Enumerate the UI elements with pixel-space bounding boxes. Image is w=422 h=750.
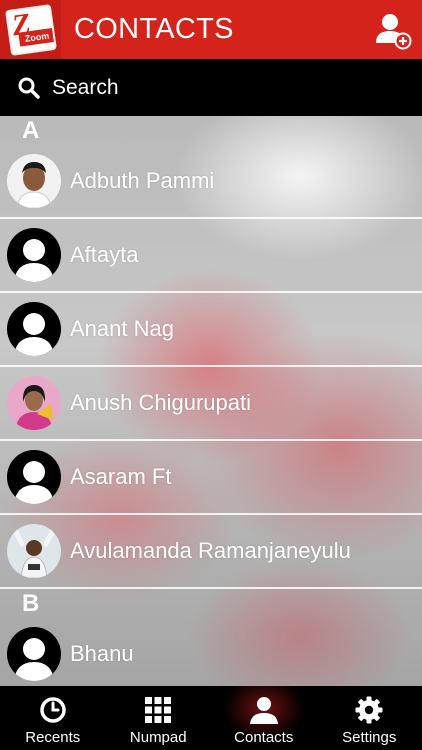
app-header: Z Zoom CONTACTS (0, 0, 422, 59)
contact-name: Bhanu (70, 641, 134, 666)
avatar (7, 228, 61, 282)
tab-contacts[interactable]: Contacts (211, 686, 317, 750)
bottom-tab-bar: Recents Numpad Contacts Settings (0, 686, 422, 750)
contact-name: Anush Chigurupati (70, 390, 252, 415)
contact-row[interactable]: Adbuth Pammi (0, 145, 422, 219)
contact-list[interactable]: A Adbuth Pammi Aftayta Anant Nag Anush C… (0, 116, 422, 686)
contact-row[interactable]: Asaram Ft (0, 441, 422, 515)
gear-icon (355, 696, 383, 724)
avatar (7, 376, 61, 430)
avatar (7, 450, 61, 504)
search-bar[interactable]: Search (0, 59, 422, 116)
contact-row[interactable]: Anush Chigurupati (0, 367, 422, 441)
tab-numpad[interactable]: Numpad (106, 686, 212, 750)
tab-label: Numpad (129, 729, 187, 746)
section-header-b: B (22, 590, 40, 617)
contact-row[interactable]: Aftayta (0, 219, 422, 293)
clock-icon (40, 697, 66, 723)
search-placeholder: Search (52, 75, 119, 99)
tab-label: Settings (342, 729, 397, 746)
page-title: CONTACTS (74, 13, 234, 45)
avatar (7, 627, 61, 681)
add-contact-button[interactable] (364, 0, 422, 59)
grid-icon (145, 697, 172, 723)
tab-label: Contacts (234, 729, 294, 746)
avatar (7, 154, 61, 208)
contact-name: Asaram Ft (70, 464, 172, 489)
section-header-a: A (22, 117, 40, 144)
contact-row[interactable]: Bhanu (0, 618, 422, 686)
add-person-icon (376, 13, 412, 49)
contact-row[interactable]: Avulamanda Ramanjaneyulu (0, 515, 422, 589)
avatar (7, 524, 61, 578)
contact-name: Aftayta (70, 242, 139, 267)
person-icon (249, 697, 278, 724)
contact-name: Anant Nag (70, 316, 174, 341)
search-icon (18, 77, 40, 99)
contact-row[interactable]: Anant Nag (0, 293, 422, 367)
contact-name: Avulamanda Ramanjaneyulu (70, 538, 351, 563)
tab-label: Recents (25, 729, 81, 746)
tab-settings[interactable]: Settings (317, 686, 422, 750)
contact-name: Adbuth Pammi (70, 168, 215, 193)
tab-recents[interactable]: Recents (0, 686, 106, 750)
app-logo: Z Zoom (0, 0, 61, 59)
logo-icon: Z Zoom (4, 3, 57, 56)
avatar (7, 302, 61, 356)
